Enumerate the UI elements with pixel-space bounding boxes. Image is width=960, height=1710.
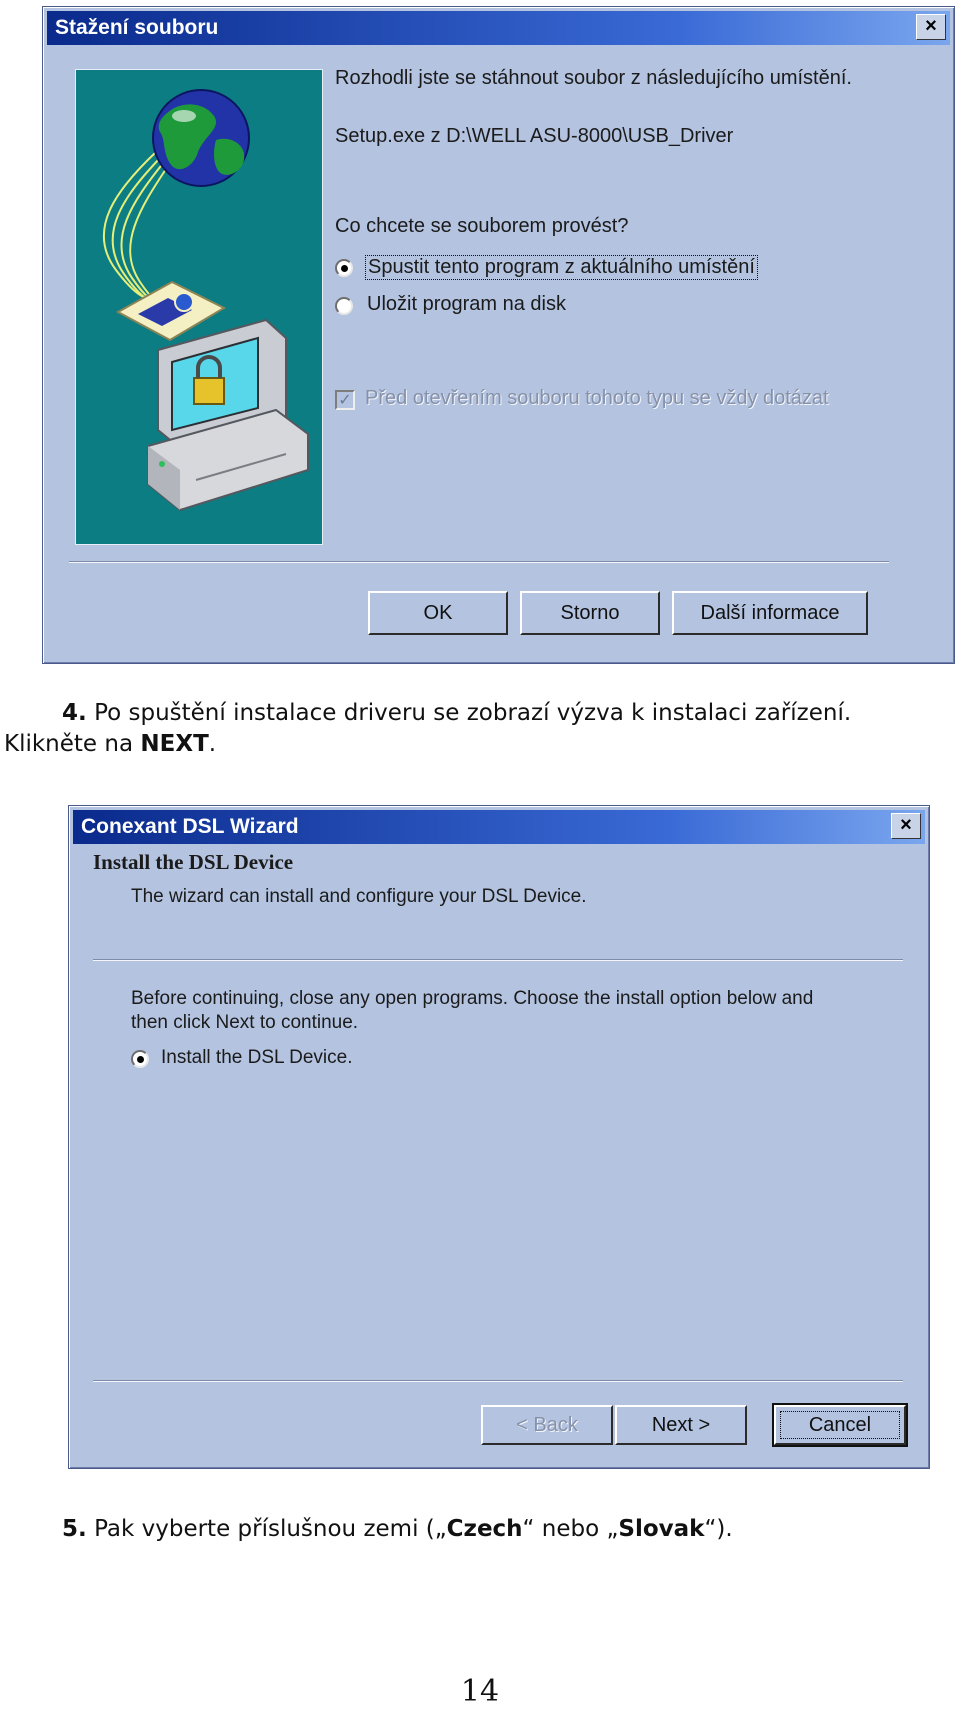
storno-button-label: Storno — [560, 602, 620, 624]
cancel-button[interactable]: Cancel — [772, 1403, 908, 1447]
download-question: Co chcete se souborem provést? — [335, 215, 629, 237]
storno-button[interactable]: Storno — [520, 591, 660, 635]
install-radio[interactable] — [131, 1050, 149, 1068]
instruction-4-next: NEXT — [140, 731, 209, 757]
radio-save[interactable] — [335, 297, 353, 315]
instruction-4-suffix: . — [208, 731, 217, 757]
wizard-dialog: Conexant DSL Wizard × Install the DSL De… — [68, 805, 930, 1469]
always-ask-checkbox: ✓ — [335, 390, 355, 410]
back-button-label: < Back — [516, 1414, 578, 1436]
close-icon: × — [925, 15, 937, 37]
radio-save-label[interactable]: Uložit program na disk — [367, 293, 566, 316]
instruction-4-prefix: Klikněte na — [4, 731, 141, 757]
ok-button-label: OK — [423, 602, 453, 624]
instruction-4-number: 4. — [62, 700, 87, 726]
wizard-title: Conexant DSL Wizard — [81, 815, 299, 838]
country-slovak: Slovak — [618, 1516, 705, 1542]
instruction-5-prefix: Pak vyberte příslušnou zemi ( — [94, 1516, 435, 1542]
download-dialog-titlebar[interactable]: Stažení souboru × — [47, 11, 950, 45]
always-ask-label: Před otevřením souboru tohoto typu se vž… — [365, 387, 829, 409]
install-radio-label[interactable]: Install the DSL Device. — [161, 1047, 353, 1069]
wizard-instructions-line1: Before continuing, close any open progra… — [131, 988, 814, 1009]
cancel-focus-ring — [780, 1411, 900, 1439]
wizard-close-button[interactable]: × — [891, 813, 921, 839]
radio-run-label[interactable]: Spustit tento program z aktuálního umíst… — [365, 255, 758, 280]
download-dialog-title: Stažení souboru — [55, 16, 219, 39]
wizard-header-separator — [93, 959, 903, 961]
wizard-heading: Install the DSL Device — [93, 850, 294, 874]
more-info-button[interactable]: Další informace — [672, 591, 868, 635]
quote-mid: “ nebo „ — [522, 1516, 619, 1542]
back-button[interactable]: < Back — [481, 1405, 613, 1445]
instruction-4-text: Po spuštění instalace driveru se zobrazí… — [94, 700, 852, 726]
illustration-art — [102, 89, 309, 512]
wizard-instructions-line2: then click Next to continue. — [131, 1012, 359, 1033]
more-info-button-label: Další informace — [700, 602, 840, 624]
download-dialog: Stažení souboru × Rozhodli jste se stáhn… — [42, 6, 955, 664]
page-number: 14 — [460, 1674, 500, 1709]
download-separator — [69, 561, 889, 563]
computer-lock-icon — [147, 318, 309, 512]
next-button[interactable]: Next > — [615, 1405, 747, 1445]
instruction-4-line1: 4. Po spuštění instalace driveru se zobr… — [62, 700, 851, 726]
download-file-location: Setup.exe z D:\WELL ASU-8000\USB_Driver — [335, 125, 734, 147]
ok-button[interactable]: OK — [368, 591, 508, 635]
wizard-footer-separator — [93, 1380, 903, 1382]
instruction-5-suffix: “). — [704, 1516, 733, 1542]
radio-run[interactable] — [335, 259, 353, 277]
next-button-label: Next > — [651, 1414, 711, 1436]
close-icon: × — [900, 814, 912, 836]
country-czech: Czech — [446, 1516, 523, 1542]
wizard-subheading: The wizard can install and configure you… — [131, 886, 587, 907]
globe-icon — [152, 89, 250, 187]
instruction-4-line2: Klikněte na NEXT. — [4, 731, 216, 757]
quote-open-1: „ — [434, 1516, 447, 1542]
wizard-titlebar[interactable]: Conexant DSL Wizard × — [73, 810, 925, 844]
download-intro: Rozhodli jste se stáhnout soubor z násle… — [335, 67, 852, 89]
instruction-5: 5. Pak vyberte příslušnou zemi („Czech“ … — [62, 1516, 733, 1542]
download-illustration — [75, 69, 323, 545]
close-button[interactable]: × — [916, 14, 946, 40]
instruction-5-number: 5. — [62, 1516, 87, 1542]
